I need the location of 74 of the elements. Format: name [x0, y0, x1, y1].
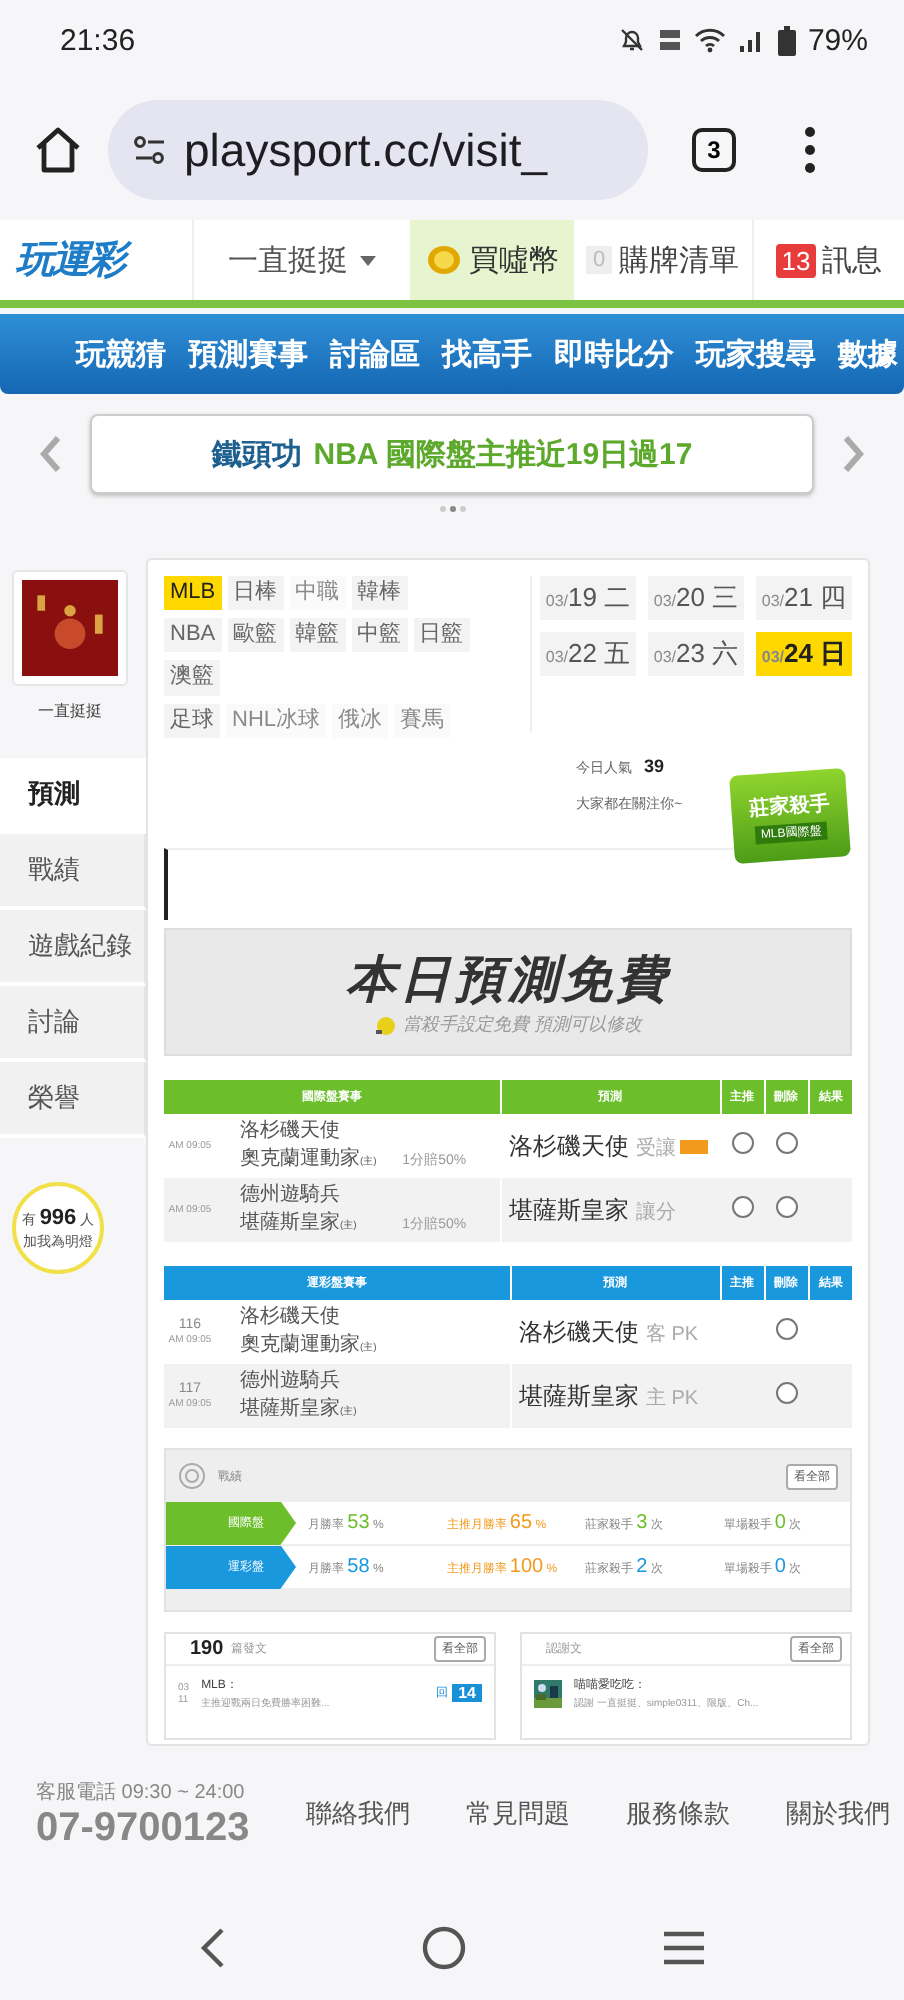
nav-link[interactable]: 數據 — [838, 335, 898, 373]
service-hours: 客服電話 09:30 ~ 24:00 — [36, 1779, 247, 1805]
nav-link[interactable]: 玩競猜 — [76, 335, 166, 373]
wifi-icon — [693, 26, 726, 54]
coin-icon — [425, 244, 461, 276]
league-tab[interactable]: 韓棒 — [351, 576, 408, 611]
side-tab[interactable]: 討論 — [0, 986, 146, 1062]
league-tab[interactable]: 日籃 — [413, 618, 470, 653]
tab-count[interactable]: 3 — [692, 128, 736, 172]
recent-apps-icon[interactable] — [662, 1930, 706, 1966]
radio-button[interactable] — [775, 1132, 797, 1154]
volte-icon — [657, 26, 682, 54]
radio-button[interactable] — [775, 1318, 797, 1340]
back-icon[interactable] — [198, 1926, 226, 1970]
side-tab[interactable]: 預測 — [0, 758, 146, 834]
battery-level: 79% — [807, 23, 868, 57]
radio-button[interactable] — [731, 1196, 753, 1218]
side-tab[interactable]: 戰績 — [0, 834, 146, 910]
footer-link[interactable]: 關於我們 — [785, 1796, 890, 1832]
address-bar[interactable]: playsport.cc/visit_ — [108, 100, 648, 200]
radio-button[interactable] — [775, 1196, 797, 1218]
date-tab[interactable]: 03/20 三 — [648, 576, 744, 620]
headline-text: NBA 國際盤主推近19日過17 — [313, 435, 693, 473]
pick-text: 堪薩斯皇家 主 PK — [510, 1364, 720, 1428]
home-icon[interactable] — [32, 124, 84, 176]
side-tab[interactable]: 榮譽 — [0, 1062, 146, 1138]
date-tab[interactable]: 03/24 日 — [756, 632, 852, 676]
league-tab[interactable]: MLB — [164, 576, 222, 611]
radio-button[interactable] — [731, 1132, 753, 1154]
league-tab[interactable]: 澳籃 — [164, 660, 220, 696]
nav-link[interactable]: 找高手 — [442, 335, 532, 373]
radio-button[interactable] — [775, 1382, 797, 1404]
headline-banner[interactable]: 鐵頭功 NBA 國際盤主推近19日過17 — [90, 414, 814, 494]
date-tab[interactable]: 03/22 五 — [540, 632, 636, 676]
profile-name: 一直挺挺 — [38, 700, 102, 722]
league-tab[interactable]: 日棒 — [227, 576, 284, 611]
footer-link[interactable]: 服務條款 — [625, 1796, 730, 1832]
message-count: 13 — [775, 243, 817, 277]
battery-icon — [777, 25, 796, 55]
phone-number: 07-9700123 — [36, 1805, 250, 1851]
tune-icon[interactable] — [132, 132, 168, 168]
nav-link[interactable]: 玩家搜尋 — [696, 335, 816, 373]
footer-link[interactable]: 常見問題 — [465, 1796, 570, 1832]
league-tab[interactable]: 中籃 — [351, 618, 408, 653]
nav-link[interactable]: 預測賽事 — [188, 335, 308, 373]
post-count: 190 — [190, 1638, 224, 1660]
caret-icon — [360, 255, 376, 265]
author-name: 鐵頭功 — [211, 435, 302, 473]
league-tab[interactable]: 足球 — [164, 703, 220, 738]
league-tab[interactable]: 韓籃 — [289, 618, 346, 653]
league-tab[interactable]: NBA — [164, 618, 222, 653]
date-tab[interactable]: 03/19 二 — [540, 576, 636, 620]
clock-time: 21:36 — [60, 23, 136, 57]
bulb-icon — [373, 1015, 398, 1035]
reply-count: 14 — [452, 1684, 482, 1702]
signal-icon — [737, 26, 766, 54]
date-tab[interactable]: 03/21 四 — [756, 576, 852, 620]
date-tab[interactable]: 03/23 六 — [648, 632, 744, 676]
side-tab[interactable]: 遊戲紀錄 — [0, 910, 146, 986]
nav-link[interactable]: 討論區 — [330, 335, 420, 373]
messages-link[interactable]: 13 訊息 — [754, 220, 904, 300]
bell-muted-icon — [617, 26, 646, 54]
nav-link[interactable]: 即時比分 — [554, 335, 674, 373]
home-button-icon[interactable] — [422, 1926, 466, 1970]
pick-text: 堪薩斯皇家 讓分 — [500, 1178, 720, 1242]
carousel-dots — [439, 506, 465, 512]
buy-coins-link[interactable]: 買噓幣 — [410, 220, 574, 300]
free-banner: 本日預測免費 當殺手設定免費 預測可以修改 — [164, 928, 852, 1056]
footer-link[interactable]: 聯絡我們 — [305, 1796, 410, 1832]
target-icon — [178, 1462, 206, 1490]
label-icon — [680, 1139, 709, 1153]
menu-icon[interactable] — [804, 126, 816, 174]
input-field[interactable] — [164, 848, 852, 920]
league-tab[interactable]: 歐籃 — [227, 618, 284, 653]
